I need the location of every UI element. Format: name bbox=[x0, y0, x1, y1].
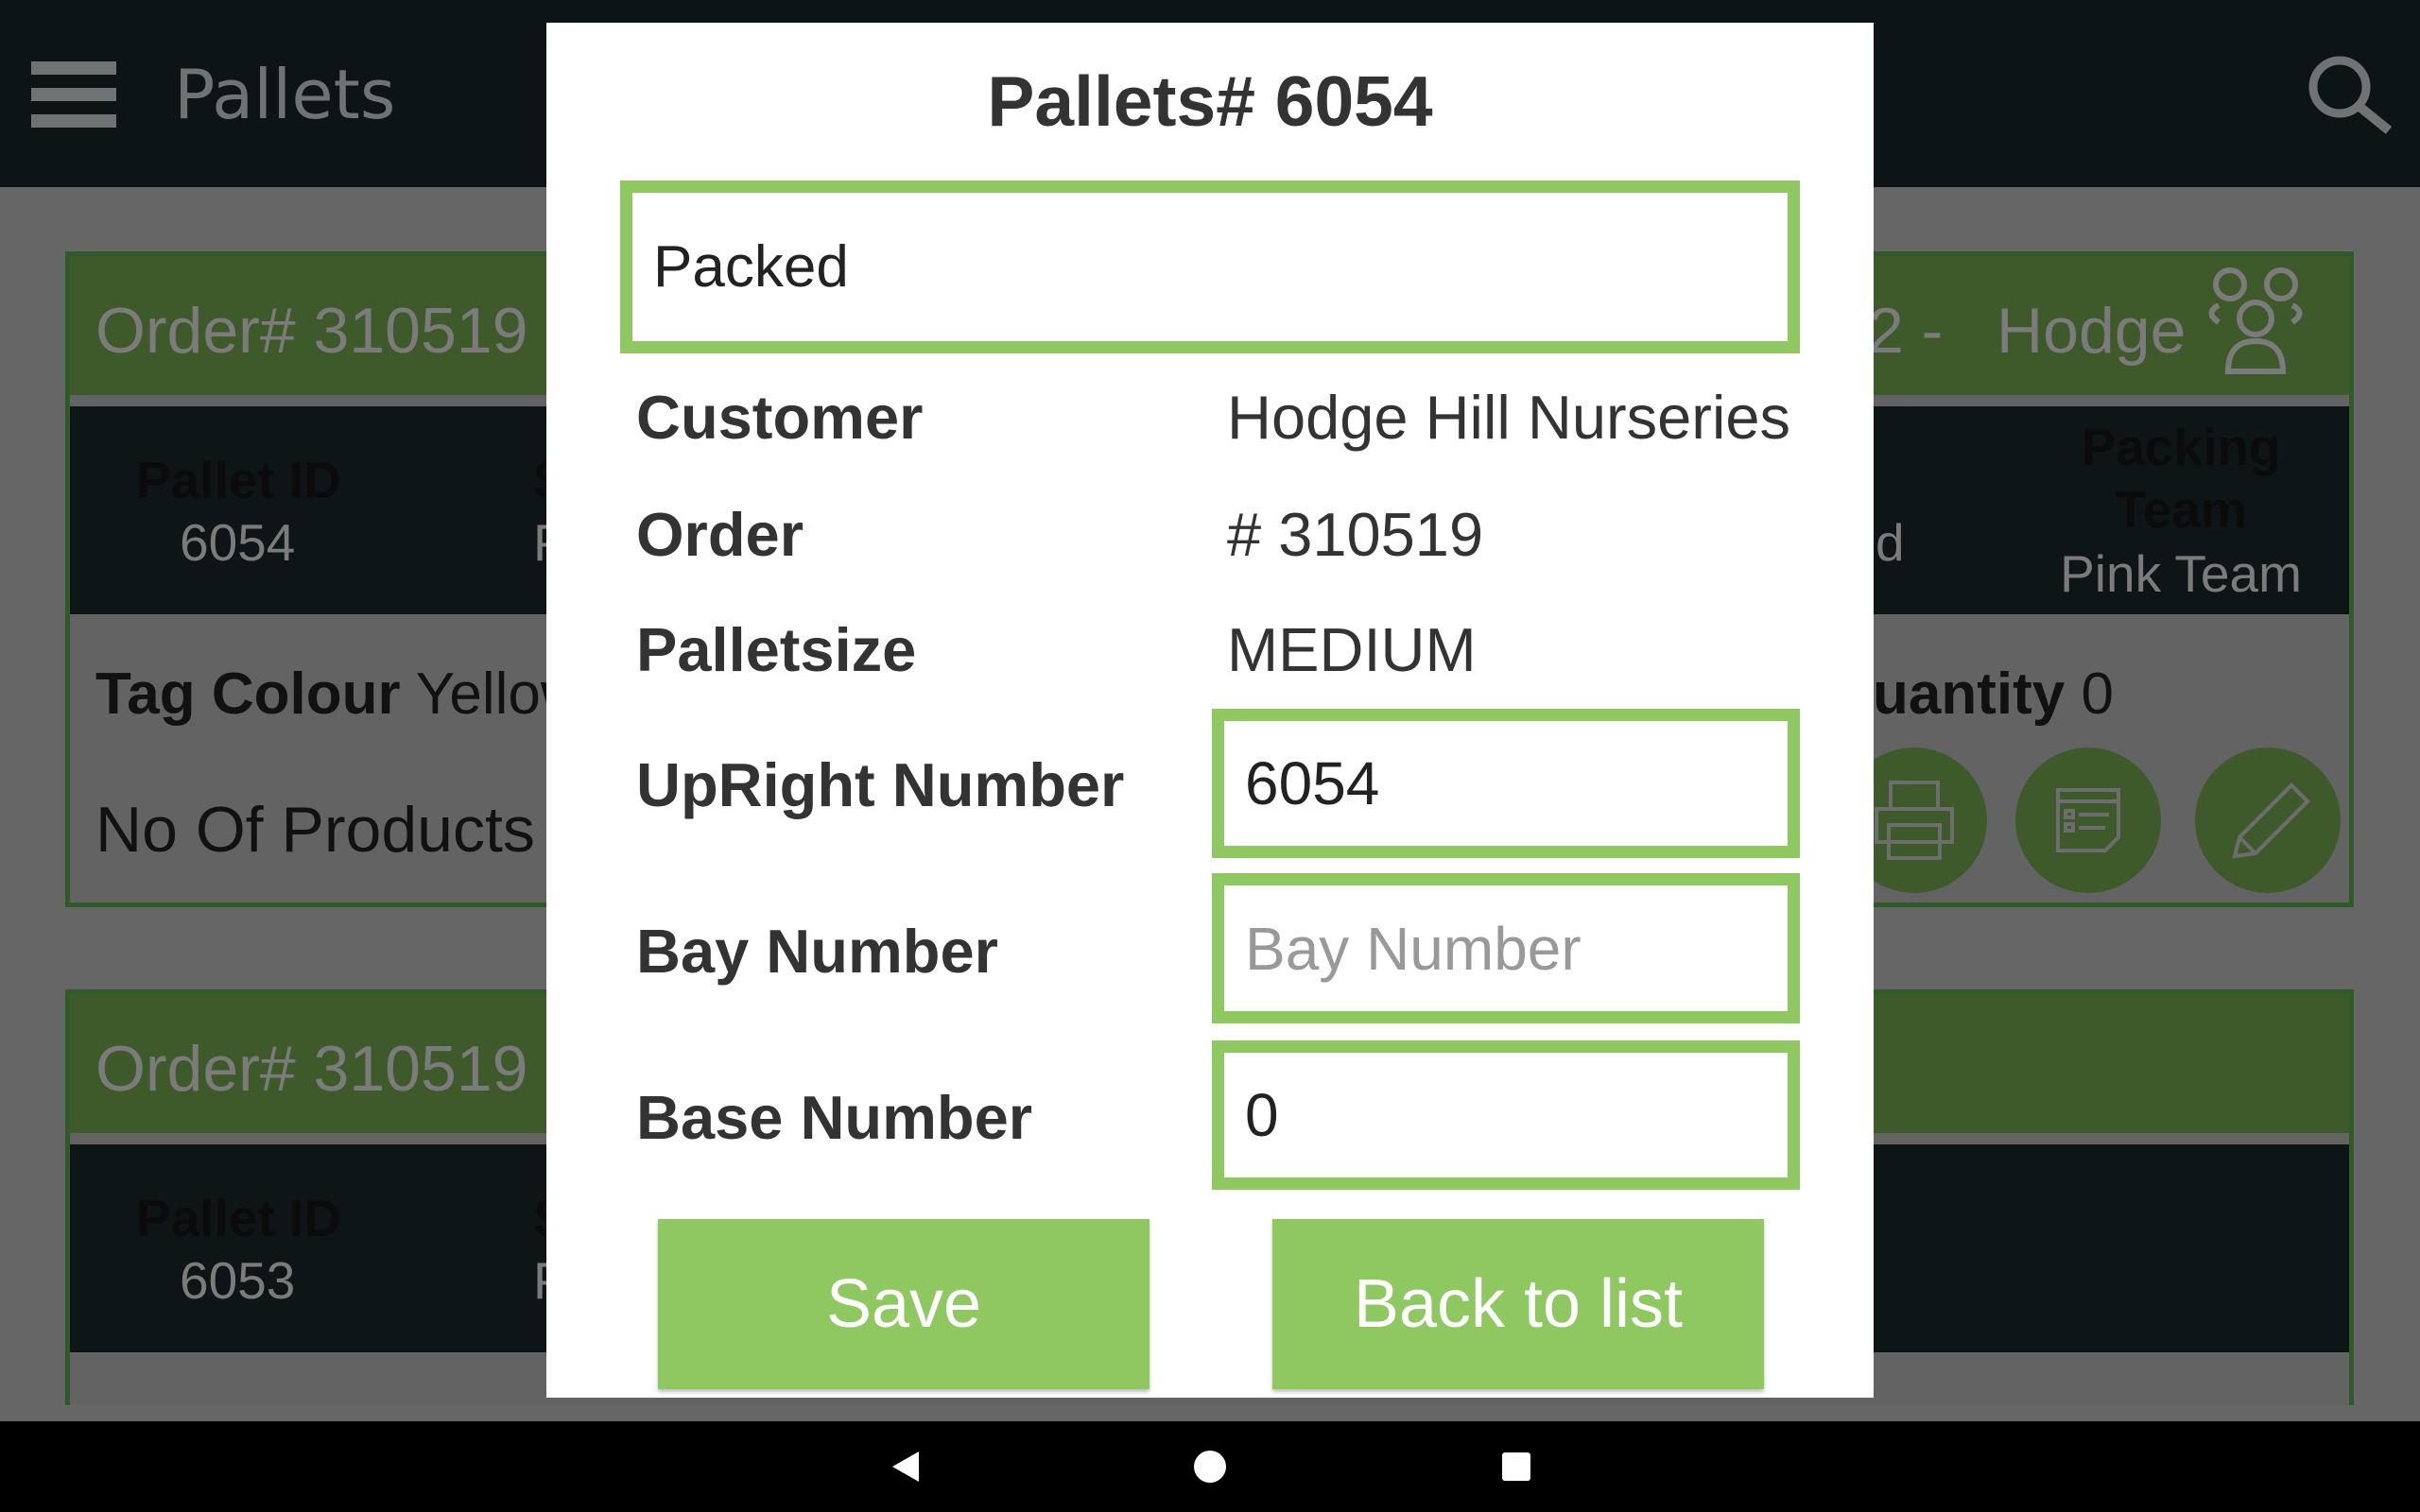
packing-team: Pink Team bbox=[2060, 544, 2302, 603]
recents-icon[interactable] bbox=[1502, 1452, 1530, 1481]
status-value: Packed bbox=[653, 234, 849, 300]
base-field[interactable] bbox=[1212, 1040, 1800, 1190]
edit-button[interactable] bbox=[2195, 747, 2341, 893]
printer-icon bbox=[1875, 781, 1954, 860]
bay-label: Bay Number bbox=[636, 917, 998, 986]
back-icon[interactable] bbox=[889, 1450, 923, 1484]
back-to-list-button[interactable]: Back to list bbox=[1272, 1219, 1764, 1389]
upright-field[interactable] bbox=[1212, 709, 1800, 858]
products-label: No Of Products bbox=[95, 794, 535, 866]
pencil-icon bbox=[2232, 782, 2310, 859]
list-icon bbox=[2056, 788, 2120, 852]
pallet-id-label: Pallet ID bbox=[136, 451, 342, 509]
packing-team-label: Packing Team bbox=[2081, 418, 2281, 539]
palletsize-label: Palletsize bbox=[636, 615, 917, 684]
app-title: Pallets bbox=[174, 55, 396, 134]
pallet-id-label: Pallet ID bbox=[136, 1189, 342, 1247]
quantity: 0 bbox=[2081, 662, 2114, 727]
upright-input[interactable] bbox=[1245, 748, 1788, 818]
tag-colour-label: Tag Colour bbox=[95, 662, 401, 727]
upright-label: UpRight Number bbox=[636, 750, 1125, 819]
base-input[interactable] bbox=[1245, 1080, 1788, 1150]
order-value: # 310519 bbox=[1227, 500, 1484, 569]
system-nav-bar bbox=[0, 1421, 2420, 1512]
order-header: Order# 310519 - bbox=[95, 295, 567, 367]
quantity-label: uantity bbox=[1873, 662, 2066, 727]
bay-input[interactable] bbox=[1245, 913, 1788, 984]
save-button[interactable]: Save bbox=[658, 1219, 1150, 1389]
palletsize-value: MEDIUM bbox=[1227, 615, 1477, 684]
order-header-right: 2 - Hodge bbox=[1868, 295, 2187, 367]
details-button[interactable] bbox=[2015, 747, 2161, 893]
team-icon bbox=[2208, 267, 2303, 374]
customer-label: Customer bbox=[636, 383, 924, 452]
menu-button[interactable] bbox=[19, 47, 132, 142]
pallet-id: 6053 bbox=[180, 1251, 296, 1310]
customer-value: Hodge Hill Nurseries bbox=[1227, 383, 1791, 452]
status-right: d bbox=[1876, 513, 1905, 572]
search-icon[interactable] bbox=[2302, 49, 2396, 144]
order-label: Order bbox=[636, 500, 804, 569]
home-icon[interactable] bbox=[1193, 1450, 1227, 1484]
base-label: Base Number bbox=[636, 1083, 1033, 1152]
pallet-id: 6054 bbox=[180, 513, 296, 572]
bay-field[interactable] bbox=[1212, 873, 1800, 1023]
pallet-edit-dialog: Pallets# 6054 Packed Customer Hodge Hill… bbox=[546, 23, 1874, 1398]
order-header: Order# 310519 - bbox=[95, 1033, 567, 1105]
dialog-title: Pallets# 6054 bbox=[987, 61, 1433, 141]
status-select[interactable]: Packed bbox=[620, 180, 1800, 353]
